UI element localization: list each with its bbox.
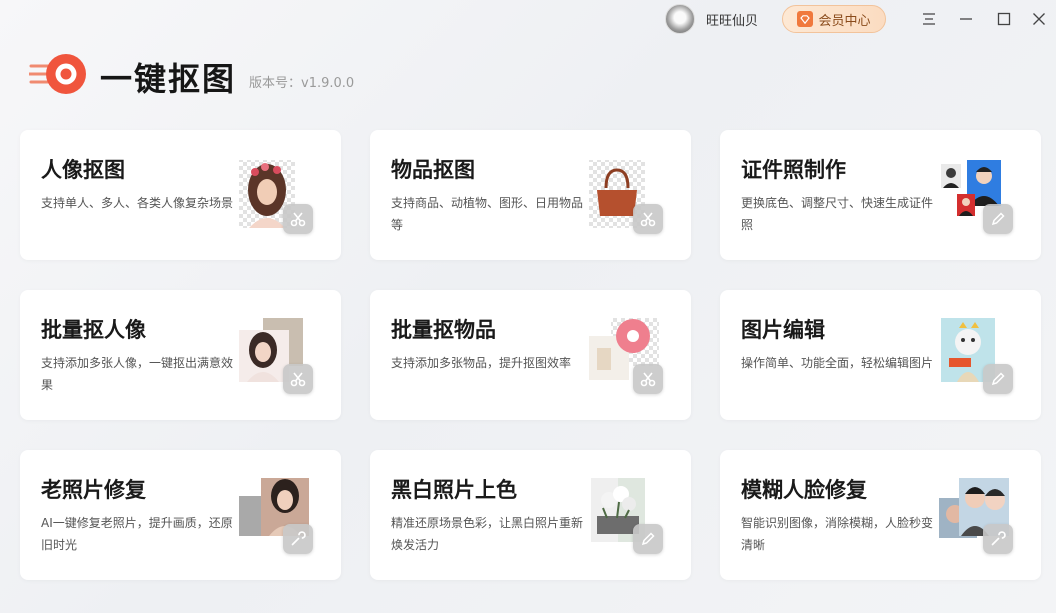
card-title: 老照片修复 (41, 478, 146, 502)
minimize-icon[interactable] (955, 8, 977, 30)
diamond-icon (797, 11, 814, 27)
card-face-restore[interactable]: 模糊人脸修复 智能识别图像，消除模糊，人脸秒变清晰 (720, 450, 1041, 580)
card-desc: 操作简单、功能全面，轻松编辑图片 (741, 356, 934, 370)
version-label: 版本号：v1.9.0.0 (249, 76, 355, 91)
username: 旺旺仙贝 (706, 13, 759, 29)
pencil-icon (983, 364, 1013, 394)
card-title: 图片编辑 (741, 318, 825, 342)
card-batch-portrait[interactable]: 批量抠人像 支持添加多张人像，一键抠出满意效果 (20, 290, 341, 420)
app-logo-icon (27, 52, 89, 100)
card-title: 批量抠人像 (41, 318, 146, 342)
maximize-icon[interactable] (993, 8, 1015, 30)
close-icon[interactable] (1028, 8, 1050, 30)
title-bar: 旺旺仙贝 会员中心 (0, 0, 1056, 40)
card-title: 证件照制作 (741, 158, 846, 182)
vip-center-button[interactable]: 会员中心 (782, 5, 886, 33)
avatar[interactable] (665, 4, 695, 34)
card-image-edit[interactable]: 图片编辑 操作简单、功能全面，轻松编辑图片 (720, 290, 1041, 420)
card-desc: AI一键修复老照片，提升画质，还原旧时光 (41, 516, 233, 552)
card-batch-object[interactable]: 批量抠物品 支持添加多张物品，提升抠图效率 (370, 290, 691, 420)
user-info[interactable]: 旺旺仙贝 (665, 4, 758, 34)
card-title: 模糊人脸修复 (741, 478, 867, 502)
card-desc: 支持单人、多人、各类人像复杂场景 (41, 196, 234, 210)
scissors-icon (283, 204, 313, 234)
card-id-photo[interactable]: 证件照制作 更换底色、调整尺寸、快速生成证件照 (720, 130, 1041, 260)
wrench-icon (983, 524, 1013, 554)
card-title: 物品抠图 (391, 158, 475, 182)
card-portrait-cutout[interactable]: 人像抠图 支持单人、多人、各类人像复杂场景 (20, 130, 341, 260)
card-desc: 支持添加多张人像，一键抠出满意效果 (41, 356, 234, 392)
vip-center-label: 会员中心 (818, 13, 871, 29)
card-title: 黑白照片上色 (391, 478, 517, 502)
card-old-photo-repair[interactable]: 老照片修复 AI一键修复老照片，提升画质，还原旧时光 (20, 450, 341, 580)
wrench-icon (283, 524, 313, 554)
pencil-icon (983, 204, 1013, 234)
scissors-icon (633, 204, 663, 234)
card-object-cutout[interactable]: 物品抠图 支持商品、动植物、图形、日用物品等 (370, 130, 691, 260)
card-desc: 更换底色、调整尺寸、快速生成证件照 (741, 196, 934, 232)
card-desc: 智能识别图像，消除模糊，人脸秒变清晰 (741, 516, 934, 552)
card-desc: 支持添加多张物品，提升抠图效率 (391, 356, 572, 370)
scissors-icon (283, 364, 313, 394)
card-title: 批量抠物品 (391, 318, 496, 342)
scissors-icon (633, 364, 663, 394)
card-desc: 精准还原场景色彩，让黑白照片重新焕发活力 (391, 516, 584, 552)
card-title: 人像抠图 (41, 158, 125, 182)
card-colorize[interactable]: 黑白照片上色 精准还原场景色彩，让黑白照片重新焕发活力 (370, 450, 691, 580)
card-desc: 支持商品、动植物、图形、日用物品等 (391, 196, 584, 232)
pencil-icon (633, 524, 663, 554)
app-title: 一键抠图 (100, 60, 237, 98)
menu-icon[interactable] (918, 8, 940, 30)
